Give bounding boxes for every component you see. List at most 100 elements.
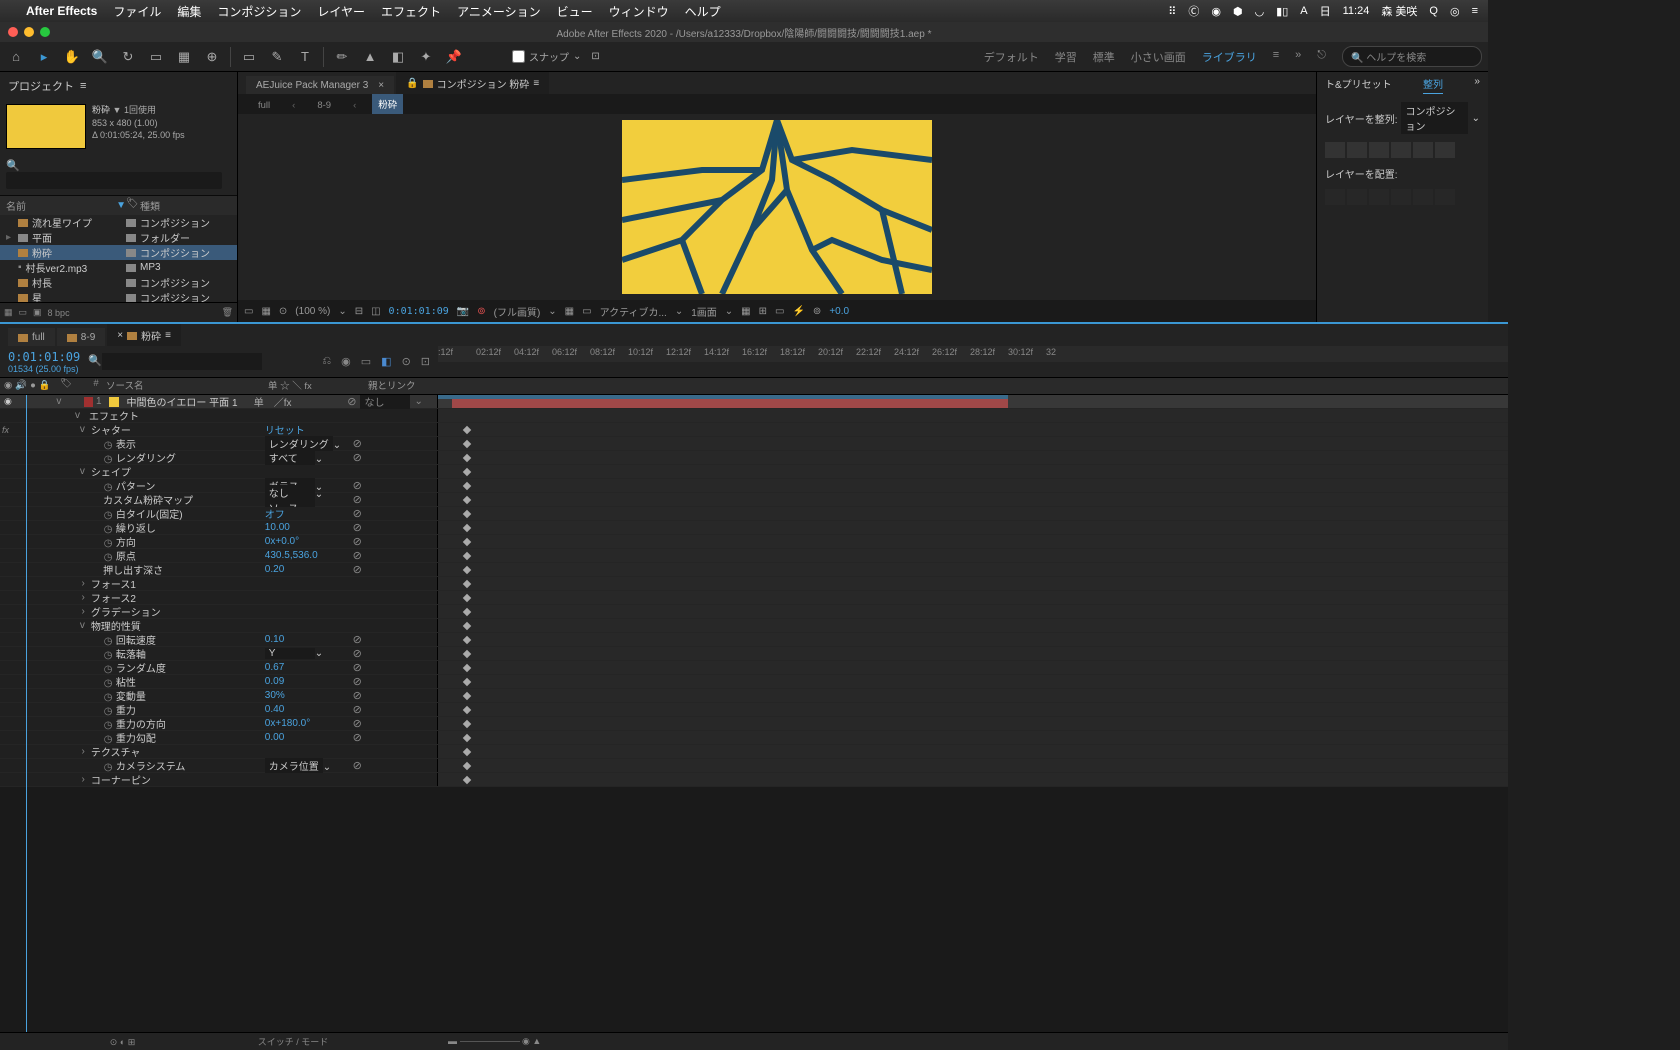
link-icon[interactable]: ⊘ xyxy=(353,563,362,576)
zoom-slider-thumb[interactable]: ◉ xyxy=(522,1036,530,1046)
align-center-v-button[interactable] xyxy=(1413,142,1433,158)
align-center-h-button[interactable] xyxy=(1347,142,1367,158)
tab-composition[interactable]: 🔒コンポジション 粉砕 ≡ xyxy=(396,72,549,94)
view-layout-icon[interactable]: ▭ xyxy=(582,306,591,317)
tl-tab-full[interactable]: full xyxy=(8,328,55,346)
prop-value[interactable]: 0.09 xyxy=(265,676,284,687)
link-icon[interactable]: ⊘ xyxy=(353,437,362,450)
tl-toggle-icon-2[interactable]: ◐ xyxy=(120,1037,125,1047)
puppet-tool[interactable]: 📌 xyxy=(444,47,464,67)
tl-shy-icon[interactable]: ▭ xyxy=(361,355,371,368)
property-row[interactable]: ◷ ランダム度0.67⊘ xyxy=(0,661,1508,675)
tl-graph-icon[interactable]: ◉ xyxy=(341,355,351,368)
exposure-value[interactable]: +0.0 xyxy=(829,306,849,317)
property-row[interactable]: カスタム粉砕マップなし⌄ ソース⌄⊘ xyxy=(0,493,1508,507)
crumb-8-9[interactable]: 8-9 xyxy=(311,97,337,114)
link-icon[interactable]: ⊘ xyxy=(353,451,362,464)
link-icon[interactable]: ⊘ xyxy=(353,633,362,646)
link-icon[interactable]: ⊘ xyxy=(353,647,362,660)
menu-layer[interactable]: レイヤー xyxy=(317,3,365,20)
property-row[interactable]: ◷ レンダリングすべて⌄⊘ xyxy=(0,451,1508,465)
orbit-tool[interactable]: ↻ xyxy=(118,47,138,67)
tl-tab-active[interactable]: ×粉砕 ≡ xyxy=(107,324,181,346)
project-row[interactable]: 星コンポジション xyxy=(0,290,237,302)
project-row[interactable]: 流れ星ワイプコンポジション xyxy=(0,215,237,230)
panel-menu-icon[interactable]: ≡ xyxy=(80,80,86,92)
tab-aejuice[interactable]: AEJuice Pack Manager 3 × xyxy=(246,76,394,94)
label-color[interactable] xyxy=(84,397,93,407)
align-to-dropdown[interactable]: コンポジション xyxy=(1401,102,1467,134)
workspace-library[interactable]: ライブラリ xyxy=(1202,49,1257,65)
link-icon[interactable]: ⊘ xyxy=(353,717,362,730)
property-row[interactable]: ◷ 原点430.5,536.0⊘ xyxy=(0,549,1508,563)
composition-viewer[interactable] xyxy=(622,120,932,294)
viewer-alpha-icon[interactable]: ▦ xyxy=(261,306,270,317)
trash-icon[interactable]: 🗑 xyxy=(222,307,233,318)
eraser-tool[interactable]: ◧ xyxy=(388,47,408,67)
timeline-ruler[interactable]: :12f02:12f04:12f06:12f08:12f10:12f12:12f… xyxy=(438,346,1508,377)
link-icon[interactable]: ⊘ xyxy=(353,493,362,506)
views-dropdown[interactable]: 1画面 xyxy=(691,304,717,319)
guide-icon[interactable]: ▦ xyxy=(741,306,750,317)
channel-icon[interactable]: ⊚ xyxy=(477,306,485,317)
project-search-input[interactable] xyxy=(6,172,222,189)
tl-frame-blend-icon[interactable]: ◧ xyxy=(381,355,391,368)
align-top-button[interactable] xyxy=(1391,142,1411,158)
menu-effect[interactable]: エフェクト xyxy=(381,3,441,20)
link-icon[interactable]: ⊘ xyxy=(353,479,362,492)
close-button[interactable] xyxy=(8,27,18,37)
home-button[interactable]: ⌂ xyxy=(6,47,26,67)
pen-tool[interactable]: ✎ xyxy=(267,47,287,67)
col-name-header[interactable]: 名前 xyxy=(6,198,26,213)
effects-group[interactable]: vエフェクト xyxy=(0,409,1508,423)
layer-row[interactable]: ◉v1中間色のイエロー 平面 1单 ／fx⊘なし⌄ xyxy=(0,395,1508,409)
link-icon[interactable]: ⊘ xyxy=(353,759,362,772)
rotation-tool[interactable]: ▭ xyxy=(146,47,166,67)
help-search[interactable]: 🔍 ヘルプを検索 xyxy=(1342,46,1482,67)
workspace-menu-icon[interactable]: ≡ xyxy=(1273,49,1279,65)
property-row[interactable]: ◷ 方向0x+0.0°⊘ xyxy=(0,535,1508,549)
align-right-button[interactable] xyxy=(1369,142,1389,158)
rect-tool[interactable]: ▭ xyxy=(239,47,259,67)
new-folder-icon[interactable]: ▭ xyxy=(19,307,28,318)
timeline-body[interactable]: ◉v1中間色のイエロー 平面 1单 ／fx⊘なし⌄vエフェクトfxvシャターリセ… xyxy=(0,395,1508,1032)
col-parent[interactable]: 親とリンク xyxy=(368,378,464,394)
resolution-icon[interactable]: ⊟ xyxy=(355,306,363,317)
align-left-button[interactable] xyxy=(1325,142,1345,158)
menu-edit[interactable]: 編集 xyxy=(177,3,201,20)
exposure-icon[interactable]: ⊚ xyxy=(813,306,821,317)
property-row[interactable]: ›コーナーピン xyxy=(0,773,1508,787)
workspace-standard[interactable]: 標準 xyxy=(1093,49,1115,65)
cc-icon[interactable]: Ⓒ xyxy=(1188,3,1199,19)
prop-value[interactable]: オフ xyxy=(265,510,285,521)
snapshot-icon[interactable]: 📷 xyxy=(457,306,469,317)
menu-animation[interactable]: アニメーション xyxy=(457,3,541,20)
tl-brain-icon[interactable]: ⊡ xyxy=(421,355,430,368)
property-row[interactable]: ◷ パターンガラス⌄⊘ xyxy=(0,479,1508,493)
property-row[interactable]: ◷ 転落軸Y⌄⊘ xyxy=(0,647,1508,661)
zoom-out-icon[interactable]: ▬ xyxy=(448,1036,457,1046)
selection-tool[interactable]: ▸ xyxy=(34,47,54,67)
menu-window[interactable]: ウィンドウ xyxy=(609,3,669,20)
pixel-aspect-icon[interactable]: ▭ xyxy=(775,306,784,317)
prop-value[interactable]: 10.00 xyxy=(265,522,290,533)
project-list[interactable]: 流れ星ワイプコンポジション▸平面フォルダー 粉砕コンポジション ▪村長ver2.… xyxy=(0,215,237,302)
clone-tool[interactable]: ▲ xyxy=(360,47,380,67)
property-row[interactable]: ◷ 変動量30%⊘ xyxy=(0,689,1508,703)
transparency-icon[interactable]: ▦ xyxy=(565,306,574,317)
workspace-more-icon[interactable]: » xyxy=(1295,49,1301,65)
hand-tool[interactable]: ✋ xyxy=(62,47,82,67)
property-row[interactable]: 押し出す深さ0.20⊘ xyxy=(0,563,1508,577)
notification-icon[interactable]: ≡ xyxy=(1472,5,1478,17)
html5-icon[interactable]: ⬢ xyxy=(1233,5,1243,18)
dropbox-icon[interactable]: ⠿ xyxy=(1168,5,1176,18)
brush-tool[interactable]: ✏ xyxy=(332,47,352,67)
workspace-small[interactable]: 小さい画面 xyxy=(1131,49,1186,65)
minimize-button[interactable] xyxy=(24,27,34,37)
viewer-device-icon[interactable]: ▭ xyxy=(244,306,253,317)
prop-dropdown[interactable]: なし xyxy=(265,485,315,500)
property-row[interactable]: ◷ 表示レンダリング⌄⊘ xyxy=(0,437,1508,451)
link-icon[interactable]: ⊘ xyxy=(353,689,362,702)
col-source[interactable]: ソース名 xyxy=(106,378,268,394)
crumb-full[interactable]: full xyxy=(252,97,276,114)
